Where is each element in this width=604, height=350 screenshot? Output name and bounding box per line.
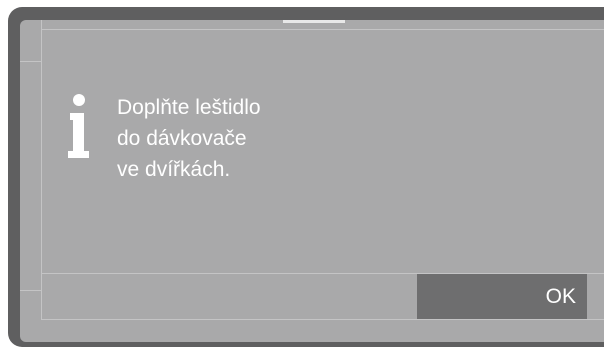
dialog-message: Doplňte leštidlo do dávkovače ve dvířkác… [117, 92, 517, 185]
frame-line-left [41, 20, 42, 320]
info-icon [68, 94, 89, 158]
frame-line-bottom [41, 319, 604, 320]
device-bezel: Doplňte leštidlo do dávkovače ve dvířkác… [8, 7, 604, 347]
message-line: ve dvířkách. [117, 158, 231, 181]
message-line: Doplňte leštidlo [117, 96, 261, 119]
frame-line-top [41, 29, 604, 30]
frame-tick [20, 290, 41, 291]
ok-button[interactable]: OK [417, 274, 587, 319]
message-line: do dávkovače [117, 127, 247, 150]
scroll-indicator [283, 20, 345, 23]
display-screen: Doplňte leštidlo do dávkovače ve dvířkác… [20, 20, 604, 342]
frame-tick [20, 61, 41, 62]
ok-button-label: OK [545, 284, 576, 308]
